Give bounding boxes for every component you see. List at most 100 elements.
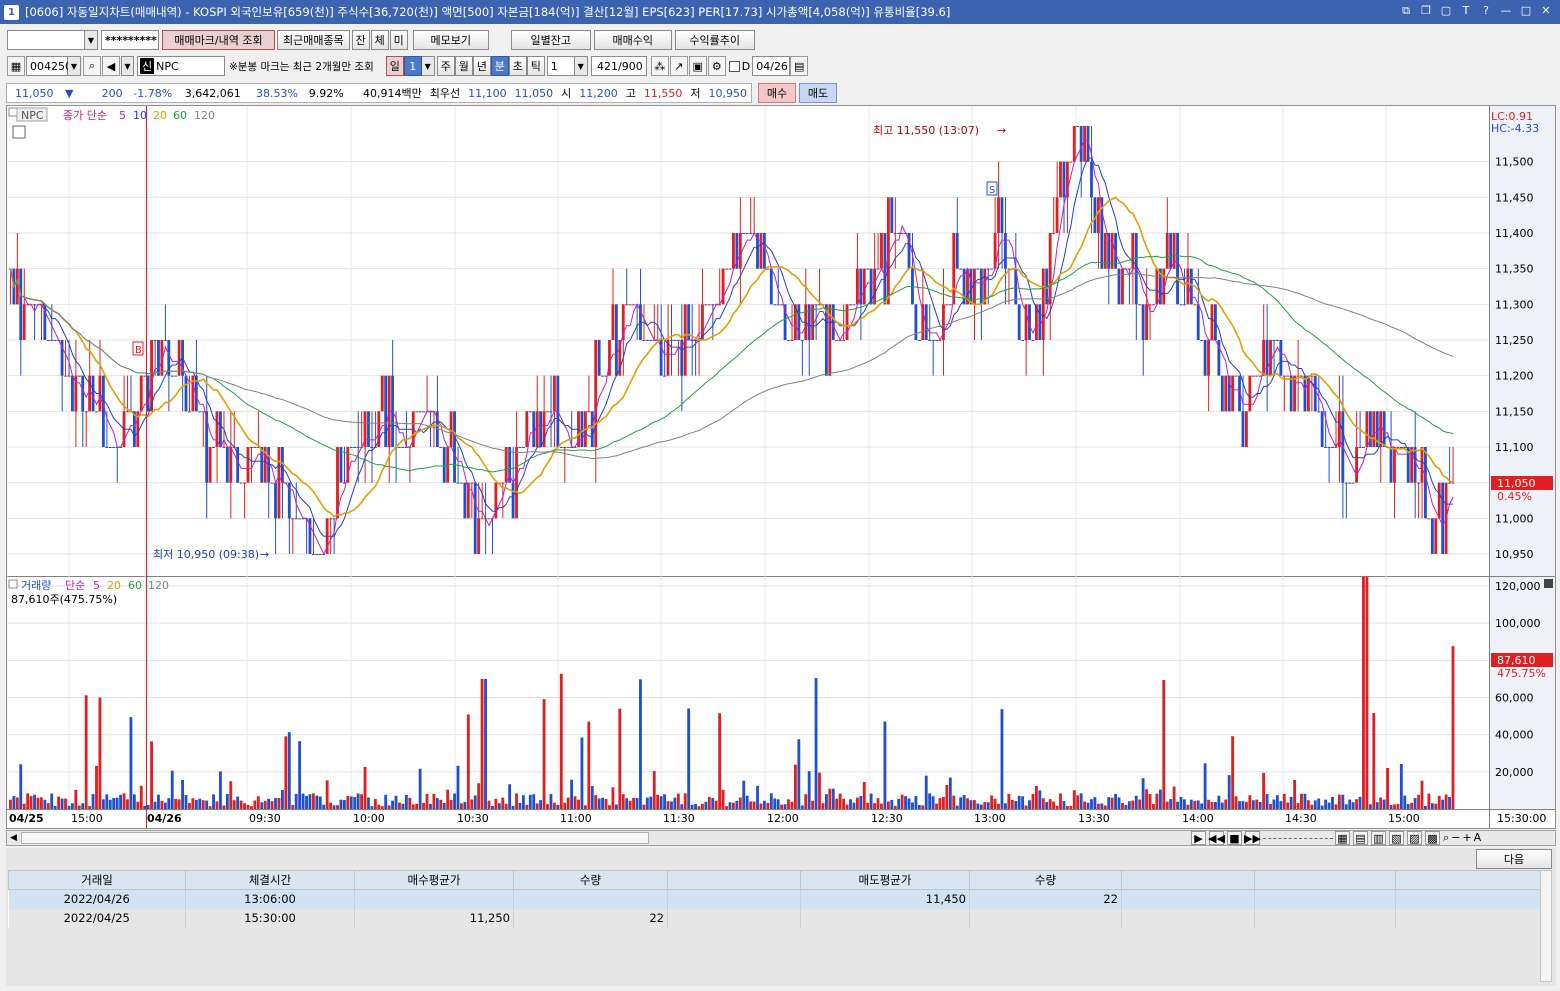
help-icon[interactable]: ?: [1478, 3, 1494, 19]
return-trend-button[interactable]: 수익률추이: [674, 30, 755, 50]
chart-tool-icon[interactable]: ▧: [1389, 831, 1404, 845]
count-field[interactable]: 421/900: [590, 56, 647, 76]
chevron-down-icon[interactable]: ▼: [68, 56, 81, 76]
grid-toggle-icon[interactable]: [12, 125, 26, 139]
candle-body: [511, 482, 515, 519]
copy-icon[interactable]: ▢: [1438, 3, 1454, 19]
open-label: 시: [561, 87, 572, 100]
chart-tool-icon[interactable]: ▩: [1425, 831, 1440, 845]
col-header[interactable]: 수량: [969, 870, 1122, 890]
zoom-in-icon[interactable]: +: [1462, 831, 1471, 845]
table-row[interactable]: 2022/04/26 13:06:00 11,450 22: [8, 889, 1541, 909]
chart-tool-icon[interactable]: ▤: [1353, 831, 1368, 845]
zoom-slider[interactable]: [1263, 831, 1333, 839]
font-icon[interactable]: T: [1458, 3, 1474, 19]
col-header[interactable]: 매수평균가: [354, 870, 514, 890]
chevron-down-icon[interactable]: ▼: [574, 56, 588, 76]
gear-icon[interactable]: ⚙: [707, 56, 726, 76]
font-icon[interactable]: A: [1474, 831, 1482, 845]
daily-balance-button[interactable]: 일별잔고: [510, 30, 591, 50]
period-day-button[interactable]: 일: [385, 56, 404, 76]
col-header[interactable]: [1395, 870, 1541, 890]
col-header[interactable]: [667, 870, 801, 890]
col-header[interactable]: [1254, 870, 1396, 890]
calendar-icon[interactable]: ▤: [790, 56, 809, 76]
period-minute-button[interactable]: 분: [490, 56, 509, 76]
rewind-icon[interactable]: ◀◀: [1208, 831, 1225, 845]
quote-box: 11,050 ▼ 200 -1.78% 3,642,061 38.53% 9.9…: [6, 83, 752, 103]
memo-button[interactable]: 메모보기: [412, 30, 489, 50]
chart-scrollbar[interactable]: ◀ ▶ ◀◀ ■ ▶▶ ▦ ▤ ▥ ▧ ▨ ▩ ⌕ − + A: [6, 830, 1556, 846]
recent-items-button[interactable]: 최근매매종목: [277, 30, 350, 50]
unexecuted-button[interactable]: 미: [389, 30, 408, 50]
save-icon[interactable]: ▣: [688, 56, 707, 76]
volume-bar: [1114, 793, 1117, 809]
maximize-icon[interactable]: □: [1518, 3, 1534, 19]
candle-settings-icon[interactable]: ⁂: [650, 56, 669, 76]
fast-forward-icon[interactable]: ▶▶: [1244, 831, 1261, 845]
close-icon[interactable]: ✕: [1538, 3, 1554, 19]
chart-tool-icon[interactable]: ▦: [1335, 831, 1350, 845]
period-second-button[interactable]: 초: [508, 56, 527, 76]
table-scrollbar[interactable]: [1540, 870, 1552, 982]
executed-button[interactable]: 체: [370, 30, 389, 50]
chevron-down-icon[interactable]: ▼: [85, 30, 98, 50]
chart-area[interactable]: 11,500 11,450 11,400 11,350 11,300 11,250 11,2…: [6, 105, 1556, 829]
best-ask: 11,100: [468, 86, 507, 100]
col-header[interactable]: 매도평균가: [800, 870, 970, 890]
speaker-icon[interactable]: ◀: [102, 56, 120, 76]
volume-bar: [215, 801, 219, 809]
period-tick-button[interactable]: 틱: [526, 56, 545, 76]
interval-select[interactable]: 1: [546, 56, 575, 76]
date-input[interactable]: 04/26: [752, 56, 791, 76]
play-next-icon[interactable]: ▶: [1191, 831, 1206, 845]
stock-code-input[interactable]: 004250: [26, 56, 72, 76]
layout-icon[interactable]: ▦: [7, 56, 25, 76]
table-row[interactable]: 2022/04/25 15:30:00 11,250 22: [8, 908, 1541, 928]
trade-profit-button[interactable]: 매매수익: [593, 30, 672, 50]
period-week-button[interactable]: 주: [436, 56, 455, 76]
chevron-down-icon[interactable]: ▼: [121, 56, 134, 76]
period-num-field[interactable]: 1: [403, 56, 422, 76]
chart-tool-icon[interactable]: ▨: [1407, 831, 1422, 845]
col-header[interactable]: 수량: [513, 870, 668, 890]
candle-body: [1145, 304, 1148, 340]
minimize-icon[interactable]: —: [1498, 3, 1514, 19]
scroll-left-icon[interactable]: ◀: [10, 833, 17, 843]
draw-tool-icon[interactable]: ↗: [669, 56, 688, 76]
volume-bar: [391, 800, 394, 809]
chart-tool-icon[interactable]: ▥: [1371, 831, 1386, 845]
volume-bar: [938, 798, 942, 809]
search-icon[interactable]: ⌕: [83, 56, 101, 76]
password-field[interactable]: *********: [101, 30, 159, 50]
col-header[interactable]: 체결시간: [185, 870, 355, 890]
candle-body: [759, 233, 763, 269]
volume-bar: [876, 798, 880, 809]
buy-button[interactable]: 매수: [758, 83, 796, 103]
volume-bar: [280, 790, 284, 809]
panel-close-icon[interactable]: [1544, 579, 1553, 588]
period-year-button[interactable]: 년: [472, 56, 491, 76]
next-button[interactable]: 다음: [1476, 849, 1552, 869]
stop-icon[interactable]: ■: [1227, 831, 1242, 845]
d-checkbox[interactable]: [728, 60, 740, 72]
link-icon[interactable]: ⧉: [1398, 3, 1414, 19]
chevron-down-icon[interactable]: ▼: [421, 56, 435, 76]
candle-body: [442, 447, 446, 483]
volume-bar: [907, 798, 911, 809]
balance-button[interactable]: 잔: [351, 30, 370, 50]
trade-mark-button[interactable]: 매매마크/내역 조회: [162, 30, 275, 50]
candle-body: [270, 482, 274, 484]
zoom-out-icon[interactable]: −: [1451, 831, 1460, 845]
volume-bar: [1448, 796, 1451, 809]
account-select[interactable]: [7, 30, 85, 50]
col-header[interactable]: [1121, 870, 1255, 890]
period-month-button[interactable]: 월: [454, 56, 473, 76]
sell-button[interactable]: 매도: [799, 83, 837, 103]
tile-icon[interactable]: ❐: [1418, 3, 1434, 19]
toolbar-row-2: ▦ 004250 ▼ ⌕ ◀ ▼ 신 NPC ※분봉 마크는 최근 2개월만 조…: [7, 56, 1560, 76]
col-header[interactable]: 거래일: [8, 870, 186, 890]
zoom-search-icon[interactable]: ⌕: [1443, 831, 1449, 845]
scroll-thumb[interactable]: [21, 832, 649, 844]
price-volume-chart[interactable]: 11,500 11,450 11,400 11,350 11,300 11,250 11,2…: [6, 106, 1555, 828]
